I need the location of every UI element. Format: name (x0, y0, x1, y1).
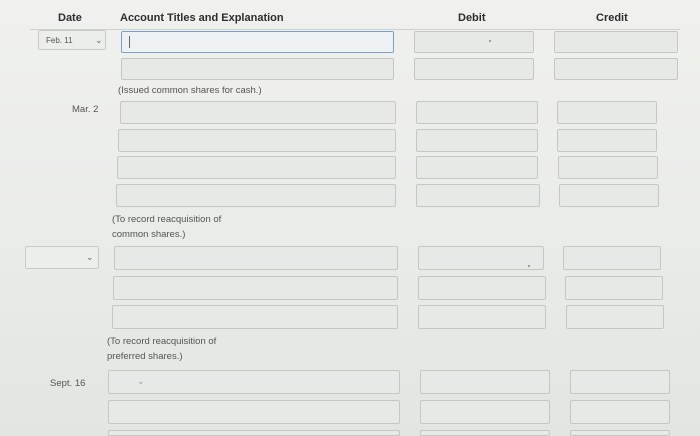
dot-mark (489, 40, 491, 42)
account-input[interactable] (108, 430, 400, 436)
account-input[interactable] (120, 101, 396, 124)
credit-input[interactable] (566, 305, 664, 329)
account-input[interactable] (121, 58, 394, 80)
account-input[interactable] (116, 184, 396, 207)
account-input[interactable] (114, 246, 398, 270)
entry-explanation: (Issued common shares for cash.) (118, 85, 262, 96)
debit-input[interactable] (416, 156, 538, 179)
credit-input[interactable] (558, 156, 658, 179)
date-select-feb-11[interactable]: Feb. 11 ⌄ (38, 30, 106, 50)
explanation-line: common shares.) (112, 229, 186, 240)
journal-entry-sheet: Date Account Titles and Explanation Debi… (0, 0, 700, 436)
date-select-value: Feb. 11 (46, 36, 73, 45)
credit-input[interactable] (570, 400, 670, 424)
debit-input[interactable] (418, 305, 546, 329)
credit-input[interactable] (559, 184, 659, 207)
account-input[interactable] (117, 156, 396, 179)
debit-input[interactable] (418, 276, 546, 300)
account-input[interactable] (118, 129, 396, 152)
chevron-down-icon: ⌄ (137, 376, 145, 386)
chevron-down-icon: ⌄ (86, 252, 94, 262)
debit-input[interactable] (418, 246, 544, 270)
credit-input[interactable] (570, 370, 670, 394)
explanation-line: (To record reacquisition of (112, 214, 222, 225)
date-column-header: Date (58, 12, 82, 24)
credit-column-header: Credit (596, 12, 628, 24)
entry-explanation: (To record reacquisition of common share… (112, 212, 221, 242)
account-column-header: Account Titles and Explanation (120, 12, 284, 24)
credit-input[interactable] (570, 430, 670, 436)
debit-input[interactable] (414, 58, 534, 80)
account-input[interactable] (113, 276, 398, 300)
explanation-line: preferred shares.) (107, 351, 183, 362)
debit-input[interactable] (416, 129, 538, 152)
account-input[interactable]: ⌄ (108, 370, 400, 394)
explanation-line: (To record reacquisition of (107, 336, 217, 347)
account-input[interactable] (108, 400, 400, 424)
credit-input[interactable] (557, 129, 657, 152)
credit-input[interactable] (557, 101, 657, 124)
account-input[interactable] (112, 305, 398, 329)
text-caret (129, 36, 130, 48)
date-label-sept-16: Sept. 16 (50, 378, 86, 389)
debit-input[interactable] (420, 400, 550, 424)
debit-input[interactable] (416, 184, 540, 207)
chevron-down-icon: ⌄ (95, 35, 103, 45)
dot-mark (528, 265, 530, 267)
date-select-empty[interactable]: ⌄ (25, 246, 99, 269)
credit-input[interactable] (565, 276, 663, 300)
credit-input[interactable] (563, 246, 661, 270)
header-divider (30, 29, 680, 30)
debit-input[interactable] (414, 31, 534, 53)
credit-input[interactable] (554, 58, 678, 80)
debit-input[interactable] (420, 430, 550, 436)
debit-column-header: Debit (458, 12, 486, 24)
credit-input[interactable] (554, 31, 678, 53)
debit-input[interactable] (420, 370, 550, 394)
entry-explanation: (To record reacquisition of preferred sh… (107, 334, 216, 364)
debit-input[interactable] (416, 101, 538, 124)
date-label-mar-2: Mar. 2 (72, 104, 99, 115)
account-input[interactable] (121, 31, 394, 53)
